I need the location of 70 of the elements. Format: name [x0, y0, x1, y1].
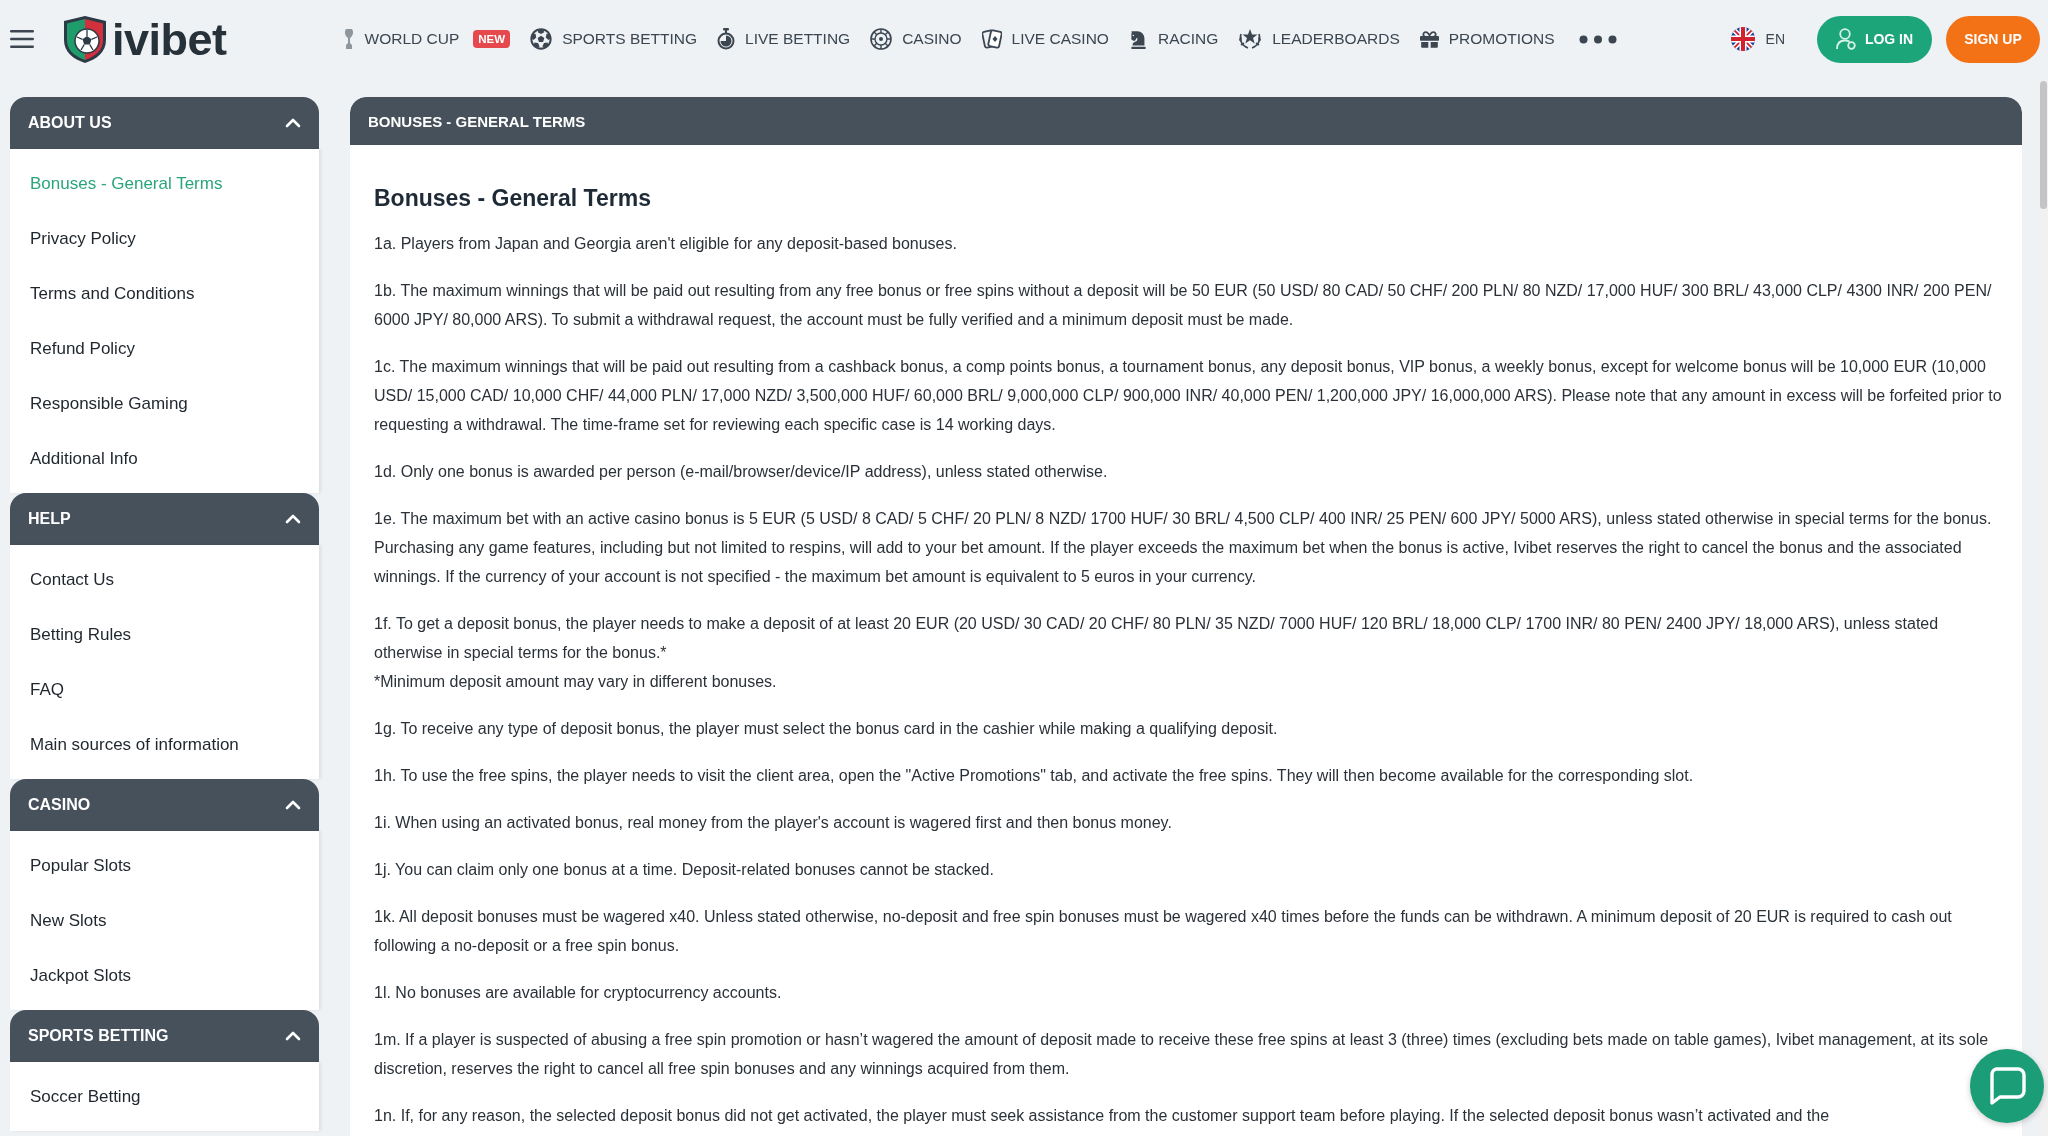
sidebar-link[interactable]: Main sources of information	[10, 717, 319, 772]
sidebar-link[interactable]: FAQ	[10, 662, 319, 717]
sidebar-link[interactable]: Betting Rules	[10, 607, 319, 662]
sidebar-link[interactable]: Privacy Policy	[10, 211, 319, 266]
logo-link[interactable]: ivibet	[64, 15, 227, 63]
sidebar-section-header[interactable]: HELP	[10, 493, 319, 545]
sidebar-section-header[interactable]: SPORTS BETTING	[10, 1010, 319, 1062]
sidebar-link[interactable]: Contact Us	[10, 552, 319, 607]
section-title: HELP	[28, 510, 71, 528]
section-title: SPORTS BETTING	[28, 1027, 169, 1045]
sidebar-section-header[interactable]: ABOUT US	[10, 97, 319, 149]
nav-label: RACING	[1157, 30, 1219, 48]
scrollbar-thumb[interactable]	[2039, 81, 2047, 209]
sidebar-link[interactable]: Terms and Conditions	[10, 266, 319, 321]
gift-icon	[1419, 29, 1439, 49]
nav-label: LIVE CASINO	[1011, 30, 1109, 48]
terms-paragraph: 1l. No bonuses are available for cryptocurrency accounts.	[374, 983, 783, 1003]
menu-button[interactable]	[10, 29, 34, 49]
nav-link[interactable]: LIVE CASINO	[981, 28, 1109, 50]
language-selector[interactable]: EN	[1724, 26, 1791, 52]
nav-label: SPORTS BETTING	[562, 30, 698, 48]
menu-icon	[10, 29, 34, 49]
panel-title-bar: BONUSES - GENERAL TERMS	[350, 97, 2022, 145]
nav-link[interactable]: PROMOTIONS	[1419, 29, 1555, 49]
terms-paragraph: 1g. To receive any type of deposit bonus, the player must select the bonus card in the cashier while making a qualifying deposit.	[374, 719, 1279, 739]
roulette-icon	[870, 28, 893, 50]
nav-link[interactable]: WORLD CUP NEW	[342, 28, 511, 50]
chat-icon	[1988, 1067, 2026, 1105]
trophy-icon	[342, 28, 355, 50]
nav-link[interactable]: SPORTS BETTING	[530, 28, 698, 50]
terms-paragraph: 1b. The maximum winnings that will be paid out resulting from any free bonus or free spins without a deposit will be 50 EUR (50 USD/ 80 CAD/ 50 CHF/ 200 PLN/ 80 NZD/ 17,000 HUF/ 300 BRL/ 43,000 CLP/ 4300 INR/ 200 PEN/ 6000 JPY/ 80,000 ARS). To submit a withdrawal request, the account must be fully verified and a minimum deposit must be made.	[374, 281, 1993, 330]
scrollbar[interactable]	[2038, 78, 2048, 1136]
nav-label: WORLD CUP	[364, 30, 460, 48]
terms-paragraph: 1h. To use the free spins, the player needs to visit the client area, open the "Active Promotions" tab, and activate the free spins. They will then become available for the corresponding slot.	[374, 766, 1695, 786]
terms-paragraph: 1c. The maximum winnings that will be paid out resulting from a cashback bonus, a comp points bonus, a tournament bonus, any deposit bonus, VIP bonus, a weekly bonus, except for welcome bonus will be 10,000 EUR (10,000 USD/ 15,000 CAD/ 10,000 CHF/ 44,000 PLN/ 17,000 NZD/ 3,500,000 HUF/ 60,000 BRL/ 9,000,000 CLP/ 900,000 INR/ 40,000 PEN/ 1,200,000 JPY/ 16,000,000 ARS). Please note that any amount in excess will be forfeited prior to requesting a withdrawal. The time-frame set for reviewing each specific case is 14 working days.	[374, 357, 2002, 435]
nav-label: LIVE BETTING	[745, 30, 851, 48]
user-icon	[1835, 28, 1856, 50]
terms-paragraph: 1k. All deposit bonuses must be wagered x40. Unless stated otherwise, no-deposit and free spin bonuses must be wagered x40 times before the funds can be withdrawn. A minimum deposit of 20 EUR is required to cash out following a no-deposit or a free spin bonus.	[374, 907, 1953, 956]
nav-label: LEADERBOARDS	[1272, 30, 1400, 48]
nav-link[interactable]: LEADERBOARDS	[1238, 28, 1400, 50]
section-title: CASINO	[28, 796, 91, 814]
more-icon	[1578, 34, 1617, 44]
terms-paragraph: 1a. Players from Japan and Georgia aren't eligible for any deposit-based bonuses.	[374, 234, 958, 254]
sidebar-link[interactable]: Responsible Gaming	[10, 376, 319, 431]
terms-paragraph: 1f. To get a deposit bonus, the player needs to make a deposit of at least 20 EUR (20 USD/ 30 CAD/ 20 CHF/ 80 PLN/ 35 NZD/ 7000 HUF/ 120 BRL/ 18,000 CLP/ 1700 INR/ 80 PEN/ 2400 JPY/ 18,000 ARS), unless stated otherwise in special terms for the bonus.* *Minimum deposit amount may vary in different bonuses.	[374, 614, 1940, 692]
sidebar-section-header[interactable]: CASINO	[10, 779, 319, 831]
nav-link[interactable]: CASINO	[870, 28, 962, 50]
nav-label: CASINO	[902, 30, 962, 48]
nav-link[interactable]: LIVE BETTING	[717, 28, 851, 50]
sidebar-link[interactable]: New Slots	[10, 893, 319, 948]
terms-paragraph: 1m. If a player is suspected of abusing a free spin promotion or hasn’t wagered the amount of deposit made to receive these free spins at least 3 (three) times (excluding bets made on table games), Ivibet management, at its sole discretion, reserves the right to cancel all free spin bonuses and any winnings acquired from them.	[374, 1030, 1990, 1079]
sidebar-link[interactable]: Popular Slots	[10, 838, 319, 893]
stopwatch-icon	[717, 28, 736, 50]
sidebar-link[interactable]: Refund Policy	[10, 321, 319, 376]
sidebar-link[interactable]: Additional Info	[10, 431, 319, 486]
terms-paragraph: 1j. You can claim only one bonus at a time. Deposit-related bonuses cannot be stacked.	[374, 860, 995, 880]
section-title: ABOUT US	[28, 114, 112, 132]
terms-paragraph: 1d. Only one bonus is awarded per person (e-mail/browser/device/IP address), unless stated otherwise.	[374, 462, 1109, 482]
cards-icon	[981, 28, 1002, 50]
page-heading: Bonuses - General Terms	[374, 184, 652, 213]
new-badge: NEW	[473, 30, 511, 48]
horse-head-icon	[1128, 29, 1148, 49]
sidebar-link[interactable]: Jackpot Slots	[10, 948, 319, 1003]
laurel-star-icon	[1238, 28, 1263, 50]
nav-label: PROMOTIONS	[1448, 30, 1555, 48]
flag-icon	[1730, 27, 1755, 51]
nav-link[interactable]: RACING	[1128, 29, 1219, 49]
terms-paragraph: 1i. When using an activated bonus, real money from the player's account is wagered first and then bonus money.	[374, 813, 1173, 833]
terms-paragraph: 1n. If, for any reason, the selected deposit bonus did not get activated, the player must seek assistance from the customer support team before playing. If the selected deposit bonus wasn’t activated and the	[374, 1106, 1831, 1126]
terms-paragraph: 1e. The maximum bet with an active casino bonus is 5 EUR (5 USD/ 8 CAD/ 5 CHF/ 20 PLN/ 8 NZD/ 1700 HUF/ 30 BRL/ 4,500 CLP/ 400 INR/ 25 PEN/ 600 JPY/ 5000 ARS), unless stated otherwise in special terms for the bonus. Purchasing any game features, including but not limited to respins, will add to your bet amount. If the player exceeds the maximum bet when the bonus is active, Ivibet reserves the right to cancel the bonus and the associated winnings. If the currency of your account is not specified - the maximum bet amount is equivalent to 5 euros in your currency.	[374, 509, 1993, 587]
